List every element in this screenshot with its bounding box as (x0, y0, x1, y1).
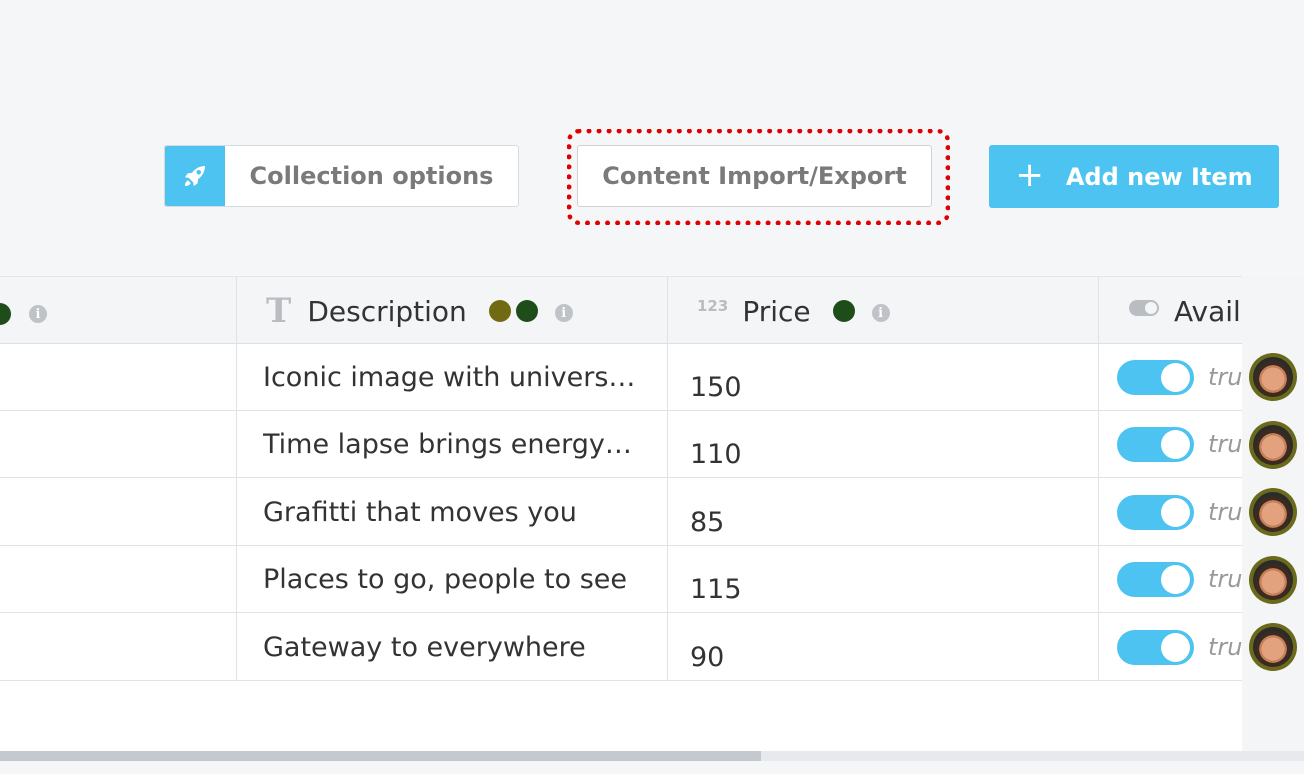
field-status-dot (0, 303, 11, 325)
info-icon[interactable]: i (554, 304, 573, 322)
field-status-dot (832, 300, 855, 322)
table-row[interactable]: Grafitti that moves you 85 tru (0, 479, 1242, 546)
available-toggle[interactable] (1117, 360, 1194, 395)
description-cell[interactable]: Gateway to everywhere (263, 614, 643, 680)
available-value: tru (1208, 430, 1242, 458)
add-new-item-button[interactable]: + Add new Item (989, 145, 1279, 208)
text-type-icon: T (266, 291, 292, 331)
user-avatar[interactable] (1249, 556, 1297, 604)
available-value: tru (1208, 633, 1242, 661)
available-toggle[interactable] (1117, 630, 1194, 665)
content-import-export-button[interactable]: Content Import/Export (577, 145, 932, 207)
column-title-available: Avail (1174, 294, 1241, 328)
available-value: tru (1208, 363, 1242, 391)
add-new-item-label: Add new Item (1065, 162, 1253, 191)
description-cell[interactable]: Grafitti that moves you (263, 479, 643, 545)
description-cell[interactable]: Places to go, people to see (263, 546, 643, 612)
table-row[interactable]: Gateway to everywhere 90 tru (0, 614, 1242, 681)
table-header: i T Description i 123 Price i Avail (0, 276, 1242, 344)
available-toggle[interactable] (1117, 427, 1194, 462)
column-title-description: Description (307, 294, 467, 328)
available-value: tru (1208, 498, 1242, 526)
toggle-type-icon (1129, 300, 1159, 316)
collection-options-button[interactable]: Collection options (164, 145, 519, 207)
info-icon[interactable]: i (29, 305, 47, 323)
number-type-icon: 123 (697, 297, 729, 315)
price-cell[interactable]: 110 (690, 421, 742, 487)
table-row[interactable]: Iconic image with univers… 150 tru (0, 344, 1242, 411)
column-title-price: Price (742, 294, 811, 328)
content-import-export-label: Content Import/Export (602, 162, 907, 190)
price-cell[interactable]: 115 (690, 556, 742, 622)
column-header-available[interactable]: Avail (1129, 277, 1241, 345)
collection-options-label: Collection options (249, 162, 494, 190)
description-cell[interactable]: Time lapse brings energy… (263, 411, 643, 477)
user-avatar[interactable] (1249, 488, 1297, 536)
column-header-description[interactable]: T Description i (266, 277, 573, 345)
user-avatar[interactable] (1249, 623, 1297, 671)
price-cell[interactable]: 90 (690, 624, 724, 690)
user-avatar[interactable] (1249, 353, 1297, 401)
field-status-dot (515, 300, 538, 322)
available-toggle[interactable] (1117, 495, 1194, 530)
plus-icon: + (1015, 154, 1044, 195)
table-row[interactable]: Places to go, people to see 115 tru (0, 546, 1242, 613)
description-cell[interactable]: Iconic image with univers… (263, 344, 643, 410)
available-value: tru (1208, 565, 1242, 593)
horizontal-scrollbar-thumb[interactable] (0, 751, 761, 761)
table-row[interactable]: Time lapse brings energy… 110 tru (0, 411, 1242, 478)
rocket-icon (165, 146, 225, 206)
items-table: i T Description i 123 Price i Avail Icon… (0, 276, 1242, 751)
available-toggle[interactable] (1117, 562, 1194, 597)
info-icon[interactable]: i (871, 304, 890, 322)
column-header-price[interactable]: 123 Price i (697, 277, 890, 345)
user-avatar[interactable] (1249, 421, 1297, 469)
field-status-dot (488, 300, 511, 322)
